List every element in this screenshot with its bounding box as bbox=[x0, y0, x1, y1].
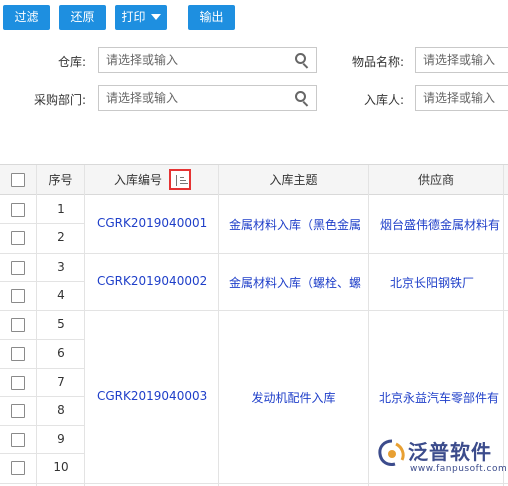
group-divider bbox=[85, 310, 508, 311]
row-checkbox[interactable] bbox=[11, 289, 25, 303]
warehouse-field[interactable] bbox=[98, 47, 317, 73]
row-divider bbox=[0, 253, 85, 254]
item-name-input[interactable] bbox=[416, 48, 508, 72]
row-checkbox[interactable] bbox=[11, 461, 25, 475]
fanpu-logo-icon bbox=[378, 439, 405, 466]
row-checkbox[interactable] bbox=[11, 347, 25, 361]
watermark-brand: 泛普软件 bbox=[408, 440, 492, 464]
search-icon[interactable] bbox=[295, 53, 310, 69]
receipt-code-link[interactable]: CGRK2019040001 bbox=[97, 216, 217, 230]
row-divider bbox=[0, 368, 85, 369]
row-seq-number: 6 bbox=[57, 346, 65, 360]
dept-field[interactable] bbox=[98, 85, 317, 111]
receipt-subject-link[interactable]: 金属材料入库（黑色金属 bbox=[229, 216, 368, 233]
receipt-subject-link[interactable]: 金属材料入库（螺栓、螺 bbox=[229, 274, 368, 291]
search-icon[interactable] bbox=[295, 91, 310, 107]
receiver-label: 入库人: bbox=[363, 93, 404, 107]
receipt-subject-link[interactable]: 发动机配件入库 bbox=[219, 389, 368, 406]
sort-icon[interactable] bbox=[169, 169, 191, 190]
row-seq-number: 10 bbox=[53, 460, 69, 474]
header-supplier: 供应商 bbox=[369, 165, 504, 195]
receiver-field[interactable] bbox=[415, 85, 508, 111]
row-seq-number: 2 bbox=[57, 230, 65, 244]
row-seq-number: 9 bbox=[57, 432, 65, 446]
header-code-label: 入库编号 bbox=[114, 173, 163, 187]
row-checkbox[interactable] bbox=[11, 261, 25, 275]
row-divider bbox=[0, 425, 85, 426]
dept-label: 采购部门: bbox=[33, 93, 86, 107]
row-divider bbox=[0, 281, 85, 282]
row-divider bbox=[0, 310, 85, 311]
print-button[interactable]: 打印 bbox=[115, 5, 167, 30]
receipt-code-link[interactable]: CGRK2019040002 bbox=[97, 274, 217, 288]
row-divider bbox=[0, 396, 85, 397]
warehouse-input[interactable] bbox=[99, 48, 316, 72]
column-divider bbox=[218, 165, 219, 486]
group-divider bbox=[85, 253, 508, 254]
row-seq-number: 3 bbox=[57, 260, 65, 274]
print-button-label: 打印 bbox=[121, 10, 146, 24]
receiver-input[interactable] bbox=[416, 86, 508, 110]
filter-button[interactable]: 过滤 bbox=[3, 5, 50, 30]
row-seq-number: 7 bbox=[57, 375, 65, 389]
select-all-checkbox[interactable] bbox=[11, 173, 25, 187]
watermark-url: www.fanpusoft.com bbox=[410, 464, 508, 474]
supplier-link[interactable]: 北京永益汽车零部件有 bbox=[379, 389, 503, 406]
toolbar: 过滤 还原 打印 输出 bbox=[0, 0, 508, 34]
row-checkbox[interactable] bbox=[11, 433, 25, 447]
supplier-link[interactable]: 北京长阳钢铁厂 bbox=[390, 274, 503, 291]
supplier-link[interactable]: 烟台盛伟德金属材料有 bbox=[380, 216, 503, 233]
warehouse-label: 仓库: bbox=[57, 55, 86, 69]
fanpu-watermark: 泛普软件 www.fanpusoft.com bbox=[368, 432, 508, 486]
reset-button[interactable]: 还原 bbox=[59, 5, 106, 30]
header-overflow bbox=[504, 165, 508, 195]
item-name-label: 物品名称: bbox=[351, 55, 404, 69]
row-seq-number: 4 bbox=[57, 288, 65, 302]
header-code[interactable]: 入库编号 bbox=[85, 165, 219, 195]
item-name-field[interactable] bbox=[415, 47, 508, 73]
header-subject: 入库主题 bbox=[219, 165, 369, 195]
row-checkbox[interactable] bbox=[11, 231, 25, 245]
row-divider bbox=[0, 483, 85, 484]
row-seq-number: 8 bbox=[57, 403, 65, 417]
row-divider bbox=[0, 453, 85, 454]
export-button[interactable]: 输出 bbox=[188, 5, 235, 30]
header-seq: 序号 bbox=[37, 165, 85, 195]
grid-header: 序号 入库编号 入库主题 供应商 bbox=[0, 165, 508, 195]
row-checkbox[interactable] bbox=[11, 404, 25, 418]
row-checkbox[interactable] bbox=[11, 376, 25, 390]
row-divider bbox=[0, 223, 85, 224]
row-checkbox[interactable] bbox=[11, 203, 25, 217]
row-seq-number: 5 bbox=[57, 317, 65, 331]
row-seq-number: 1 bbox=[57, 202, 65, 216]
dept-input[interactable] bbox=[99, 86, 316, 110]
row-checkbox[interactable] bbox=[11, 318, 25, 332]
receipt-code-link[interactable]: CGRK2019040003 bbox=[97, 389, 217, 403]
header-select-cell bbox=[0, 165, 37, 195]
row-divider bbox=[0, 339, 85, 340]
caret-down-icon bbox=[150, 14, 161, 20]
